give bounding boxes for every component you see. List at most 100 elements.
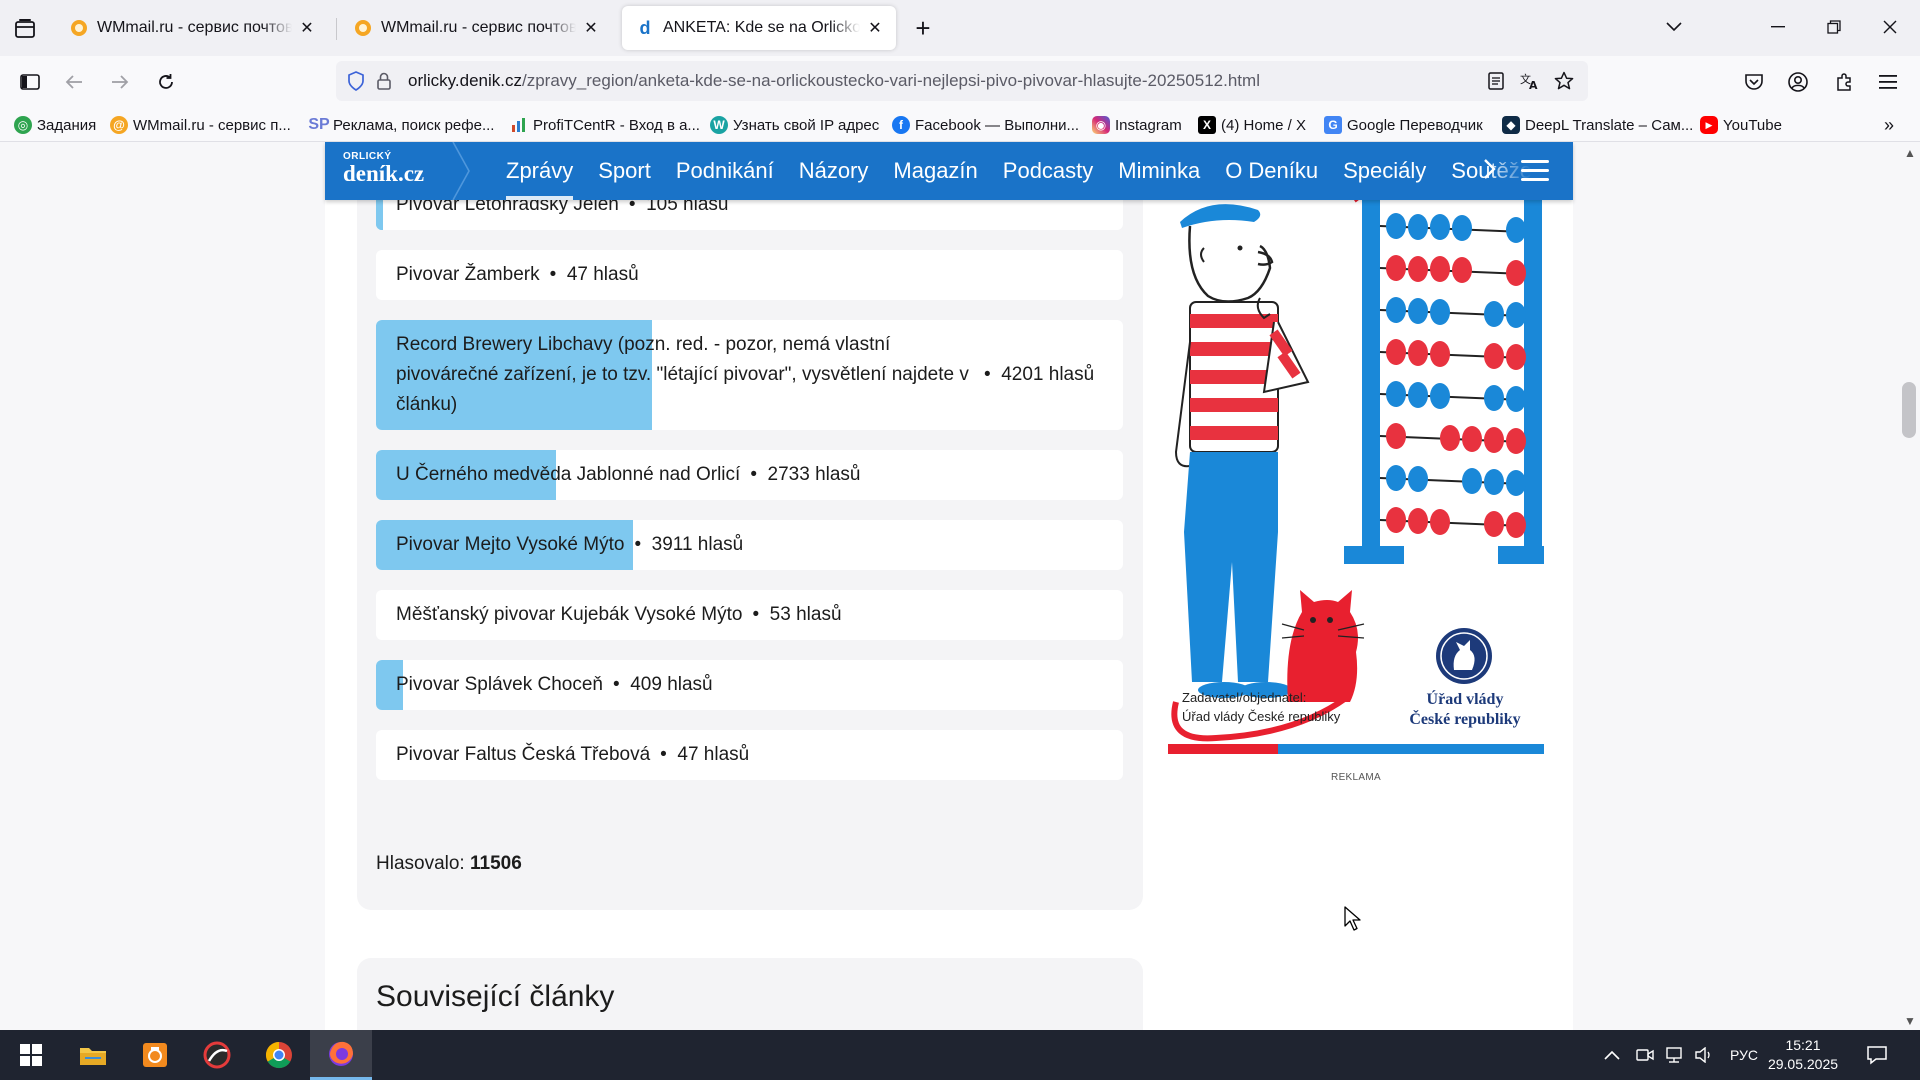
ad-label: REKLAMA <box>1331 772 1381 783</box>
x-icon: X <box>1198 116 1216 134</box>
bookmark-zadaniya[interactable]: ◎ Задания <box>14 112 96 138</box>
nav-miminka[interactable]: Miminka <box>1118 142 1200 200</box>
chevron-right-icon[interactable] <box>1483 156 1497 187</box>
wmmail-icon: @ <box>110 116 128 134</box>
svg-text:A: A <box>1529 79 1538 90</box>
translate-page-icon[interactable]: 文A <box>1514 61 1546 101</box>
bookmark-star-icon[interactable] <box>1548 61 1580 101</box>
poll-option[interactable]: U Černého medvěda Jablonné nad Orlicí • 2… <box>376 450 1123 500</box>
poll-option[interactable]: Pivovar Mejto Vysoké Mýto • 3911 hlasů <box>376 520 1123 570</box>
new-tab-button[interactable]: + <box>908 14 938 42</box>
restore-icon[interactable] <box>1814 12 1854 42</box>
chrome-icon[interactable] <box>248 1030 310 1080</box>
nav-specialy[interactable]: Speciály <box>1343 142 1426 200</box>
bookmark-youtube[interactable]: ▶ YouTube <box>1700 112 1782 138</box>
ip-icon: W <box>710 116 728 134</box>
facebook-icon: f <box>892 116 910 134</box>
poll-option[interactable]: Pivovar Splávek Choceň • 409 hlasů <box>376 660 1123 710</box>
wmmail-icon <box>354 19 372 37</box>
poll-option[interactable]: Pivovar Faltus Česká Třebová • 47 hlasů <box>376 730 1123 780</box>
wmmail-icon <box>70 19 88 37</box>
minimize-icon[interactable] <box>1758 12 1798 42</box>
mouse-cursor-icon <box>1344 906 1361 931</box>
poll-option[interactable]: Měšťanský pivovar Kujebák Vysoké Mýto • 5… <box>376 590 1123 640</box>
ad-org-name: Úřad vlády České republiky <box>1409 691 1521 728</box>
opera-gx-icon[interactable] <box>186 1030 248 1080</box>
bookmarks-overflow-icon[interactable]: » <box>1884 112 1894 138</box>
deepl-icon: ◆ <box>1502 116 1520 134</box>
scroll-up-icon[interactable]: ▲ <box>1902 146 1918 160</box>
tab-list-icon[interactable] <box>10 16 40 42</box>
firefox-icon[interactable] <box>310 1030 372 1080</box>
site-nav: Zprávy Sport Podnikání Názory Magazín Po… <box>506 142 1557 200</box>
bookmark-google-translate[interactable]: G Google Переводчик <box>1324 112 1483 138</box>
bookmark-deepl[interactable]: ◆ DeepL Translate – Сам... <box>1502 112 1693 138</box>
bookmark-profitcentr[interactable]: ProfiTCentR - Вход в а... <box>510 112 700 138</box>
back-icon[interactable] <box>58 66 90 98</box>
file-explorer-icon[interactable] <box>62 1030 124 1080</box>
nav-podcasty[interactable]: Podcasty <box>1003 142 1094 200</box>
forward-icon[interactable] <box>104 66 136 98</box>
chart-icon <box>510 116 528 134</box>
scroll-down-icon[interactable]: ▼ <box>1902 1014 1918 1028</box>
sidebar-toggle-icon[interactable] <box>14 66 46 98</box>
lock-icon[interactable] <box>370 61 398 101</box>
tray-expand-icon[interactable] <box>1604 1030 1620 1080</box>
extensions-icon[interactable] <box>1828 66 1860 98</box>
bookmark-x[interactable]: X (4) Home / X <box>1198 112 1306 138</box>
poll-option[interactable]: Record Brewery Libchavy (pozn. red. - po… <box>376 320 1123 430</box>
nav-sport[interactable]: Sport <box>598 142 651 200</box>
windows-start-icon[interactable] <box>0 1030 62 1080</box>
hamburger-menu-icon[interactable] <box>1521 160 1549 182</box>
close-icon[interactable]: ✕ <box>582 18 600 38</box>
notifications-icon[interactable] <box>1866 1030 1888 1080</box>
browser-toolbar: orlicky.denik.cz/zpravy_region/anketa-kd… <box>0 56 1920 108</box>
translate-icon: G <box>1324 116 1342 134</box>
page-viewport: ORLICKÝ deník.cz Zprávy Sport Podnikání … <box>0 142 1920 1030</box>
url-bar[interactable]: orlicky.denik.cz/zpravy_region/anketa-kd… <box>336 61 1588 101</box>
bookmark-instagram[interactable]: ◉ Instagram <box>1092 112 1182 138</box>
poll-total: Hlasovalo: 11506 <box>376 853 522 874</box>
input-language[interactable]: РУС <box>1730 1030 1758 1080</box>
shield-icon[interactable] <box>342 61 370 101</box>
bookmark-wmmail[interactable]: @ WMmail.ru - сервис п... <box>110 112 291 138</box>
account-icon[interactable] <box>1782 66 1814 98</box>
reload-icon[interactable] <box>150 66 182 98</box>
close-icon[interactable]: ✕ <box>866 18 884 38</box>
bookmark-facebook[interactable]: f Facebook — Выполни... <box>892 112 1079 138</box>
nav-o-deniku[interactable]: O Deníku <box>1225 142 1318 200</box>
nav-zpravy[interactable]: Zprávy <box>506 142 574 200</box>
tab-anketa[interactable]: d ANKETA: Kde se na Orlickoústecku vaří … <box>622 6 896 50</box>
site-logo[interactable]: ORLICKÝ deník.cz <box>343 152 424 186</box>
logo-divider <box>452 142 470 200</box>
tab-wmmail-1[interactable]: WMmail.ru - сервис почтовых рассылок ✕ <box>56 6 328 50</box>
volume-icon[interactable] <box>1694 1030 1714 1080</box>
poll-option[interactable]: Pivovar Žamberk • 47 hlasů <box>376 250 1123 300</box>
bookmarks-toolbar: ◎ Задания @ WMmail.ru - сервис п... SP Р… <box>0 108 1920 142</box>
nav-podnikani[interactable]: Podnikání <box>676 142 774 200</box>
menu-icon[interactable] <box>1872 66 1904 98</box>
tab-separator <box>336 18 337 40</box>
target-icon: ◎ <box>14 116 32 134</box>
nav-nazory[interactable]: Názory <box>799 142 869 200</box>
bookmark-ip[interactable]: W Узнать свой IP адрес <box>710 112 879 138</box>
url-text: orlicky.denik.cz/zpravy_region/anketa-kd… <box>408 71 1260 90</box>
youtube-icon: ▶ <box>1700 116 1718 134</box>
pocket-icon[interactable] <box>1738 66 1770 98</box>
bookmark-reklama[interactable]: SP Реклама, поиск рефе... <box>308 112 494 138</box>
tab-title: WMmail.ru - сервис почтовых рассылок <box>97 19 292 36</box>
taskbar-clock[interactable]: 15:21 29.05.2025 <box>1758 1036 1848 1074</box>
meet-now-icon[interactable] <box>1636 1030 1654 1080</box>
nav-magazin[interactable]: Magazín <box>893 142 977 200</box>
close-window-icon[interactable] <box>1870 12 1910 42</box>
scroll-thumb[interactable] <box>1902 382 1916 438</box>
advertisement[interactable]: Zadavatel/objednatel: Úřad vlády České r… <box>1168 142 1544 762</box>
page-scrollbar[interactable] <box>1900 142 1920 1030</box>
close-icon[interactable]: ✕ <box>298 18 316 38</box>
screenshot-app-icon[interactable] <box>124 1030 186 1080</box>
network-icon[interactable] <box>1664 1030 1684 1080</box>
tab-wmmail-2[interactable]: WMmail.ru - сервис почтовых рассылок ✕ <box>340 6 612 50</box>
tab-overflow-icon[interactable] <box>1654 12 1694 42</box>
tab-title: WMmail.ru - сервис почтовых рассылок <box>381 19 576 36</box>
reader-view-icon[interactable] <box>1480 61 1512 101</box>
